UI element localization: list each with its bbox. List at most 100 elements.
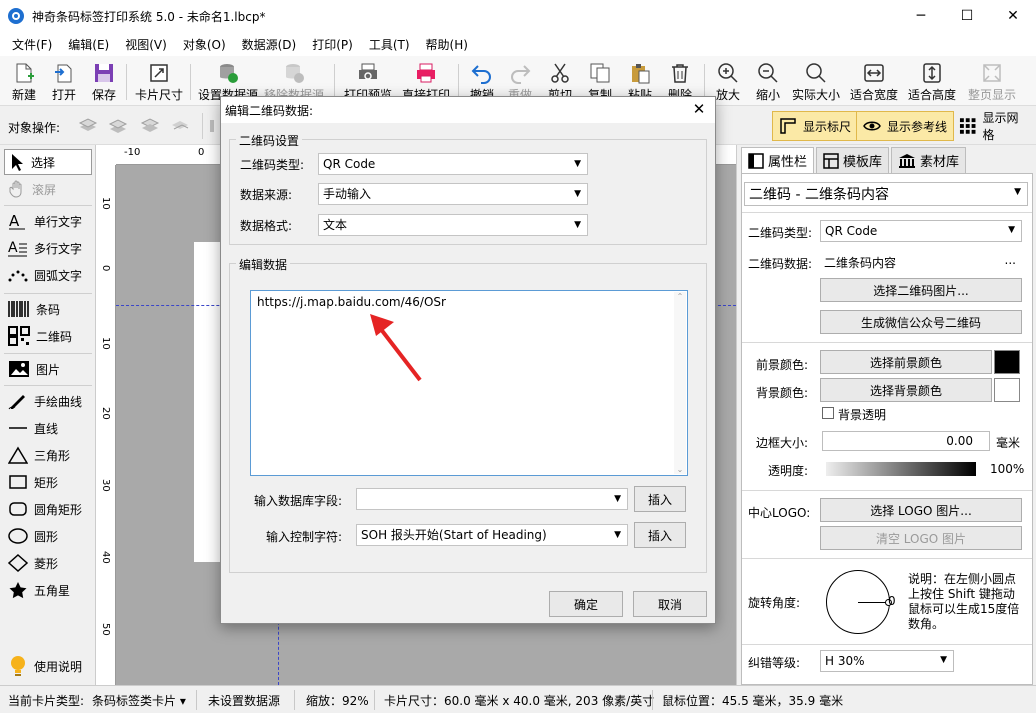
card-size-icon: [150, 64, 168, 82]
tool-scroll[interactable]: 滚屏: [4, 176, 92, 202]
fit-width-button[interactable]: 适合宽度: [848, 60, 900, 104]
background-color-swatch[interactable]: [994, 378, 1020, 402]
section-divider: [742, 644, 1032, 645]
data-source-dropdown[interactable]: 手动输入 ▼: [318, 183, 588, 205]
tool-qrcode[interactable]: 二维码: [4, 323, 92, 349]
maximize-button[interactable]: ☐: [944, 0, 990, 32]
tool-arc-text[interactable]: 圆弧文字: [4, 262, 92, 288]
tab-materials[interactable]: 素材库: [891, 147, 967, 173]
insert-control-char-button[interactable]: 插入: [634, 522, 686, 548]
textarea-scrollbar[interactable]: ⌃ ⌄: [674, 292, 686, 474]
send-to-back-icon[interactable]: [170, 117, 190, 135]
show-ruler-button[interactable]: 显示标尺: [772, 111, 859, 141]
copy-icon: [590, 63, 610, 83]
tool-single-text[interactable]: A 单行文字: [4, 208, 92, 234]
border-size-spinner[interactable]: 0.00: [822, 431, 990, 451]
select-qr-image-button[interactable]: 选择二维码图片...: [820, 278, 1022, 302]
tool-rect[interactable]: 矩形: [4, 469, 92, 495]
tool-freehand[interactable]: 手绘曲线: [4, 388, 92, 414]
generate-wechat-qr-button[interactable]: 生成微信公众号二维码: [820, 310, 1022, 334]
select-foreground-color-button[interactable]: 选择前景颜色: [820, 350, 992, 374]
tool-image[interactable]: 图片: [4, 356, 92, 382]
opacity-slider[interactable]: [826, 462, 976, 476]
svg-text:A: A: [8, 240, 18, 256]
zoom-out-button[interactable]: 缩小: [746, 60, 790, 104]
new-button[interactable]: 新建: [2, 60, 46, 104]
menu-edit[interactable]: 编辑(E): [60, 36, 117, 53]
diamond-icon: [8, 554, 28, 572]
edit-data-group: 编辑数据 https://j.map.baidu.com/46/OSr ⌃ ⌄ …: [229, 256, 707, 573]
arc-text-icon: [8, 270, 28, 282]
menu-file[interactable]: 文件(F): [4, 36, 60, 53]
tool-select[interactable]: 选择: [4, 149, 92, 175]
menu-view[interactable]: 视图(V): [117, 36, 175, 53]
toolbar-separator: [704, 64, 705, 100]
open-button[interactable]: 打开: [42, 60, 86, 104]
database-field-dropdown[interactable]: ▼: [356, 488, 628, 510]
tab-templates[interactable]: 模板库: [816, 147, 890, 173]
multiline-text-icon: A: [8, 240, 27, 257]
card-type-dropdown[interactable]: 条码标签类卡片 ▾: [92, 692, 186, 709]
menu-datasource[interactable]: 数据源(D): [234, 36, 305, 53]
control-char-dropdown[interactable]: SOH 报头开始(Start of Heading) ▼: [356, 524, 628, 546]
qr-data-field[interactable]: 二维条码内容 ...: [820, 251, 1022, 273]
properties-body: 二维码 - 二维条码内容 ▼ 二维码类型: QR Code ▼ 二维码数据: 二维条…: [741, 173, 1033, 685]
actual-size-button[interactable]: 实际大小: [790, 60, 842, 104]
tab-properties[interactable]: 属性栏: [741, 147, 815, 173]
error-correction-select[interactable]: H 30% ▼: [820, 650, 954, 672]
dialog-close-icon[interactable]: ✕: [689, 99, 709, 119]
show-grid-button[interactable]: 显示网格: [952, 111, 1036, 142]
tool-round-rect[interactable]: 圆角矩形: [4, 496, 92, 522]
toolbar-separator: [458, 64, 459, 100]
card-size-button[interactable]: 卡片尺寸: [134, 60, 184, 104]
show-guides-button[interactable]: 显示参考线: [856, 111, 955, 141]
save-button[interactable]: 保存: [82, 60, 126, 104]
close-button[interactable]: ✕: [990, 0, 1036, 32]
qr-type-dropdown[interactable]: QR Code ▼: [318, 153, 588, 175]
qr-type-select[interactable]: QR Code ▼: [820, 220, 1022, 242]
more-button[interactable]: ...: [1005, 253, 1016, 267]
qr-data-textarea[interactable]: https://j.map.baidu.com/46/OSr ⌃ ⌄: [250, 290, 688, 476]
tool-barcode[interactable]: 条码: [4, 296, 92, 322]
send-backward-icon[interactable]: [140, 117, 160, 135]
tool-circle[interactable]: 圆形: [4, 523, 92, 549]
tool-multi-text[interactable]: A 多行文字: [4, 235, 92, 261]
menu-bar: 文件(F) 编辑(E) 视图(V) 对象(O) 数据源(D) 打印(P) 工具(…: [0, 32, 1036, 56]
fit-height-button[interactable]: 适合高度: [906, 60, 958, 104]
properties-icon: [748, 152, 764, 169]
minimize-button[interactable]: ─: [898, 0, 944, 32]
clear-logo-button[interactable]: 清空 LOGO 图片: [820, 526, 1022, 550]
dialog-title: 编辑二维码数据:: [225, 104, 314, 118]
cancel-button[interactable]: 取消: [633, 591, 707, 617]
object-selector[interactable]: 二维码 - 二维条码内容 ▼: [744, 182, 1028, 206]
bring-to-front-icon[interactable]: [78, 117, 98, 135]
background-transparent-checkbox[interactable]: [822, 407, 834, 419]
lightbulb-icon: [11, 656, 25, 676]
fit-page-button[interactable]: 整页显示: [966, 60, 1018, 104]
ok-button[interactable]: 确定: [549, 591, 623, 617]
data-format-dropdown[interactable]: 文本 ▼: [318, 214, 588, 236]
scissors-icon: [551, 63, 569, 83]
menu-tools[interactable]: 工具(T): [361, 36, 418, 53]
tool-separator: [4, 385, 92, 386]
tool-manual[interactable]: 使用说明: [4, 653, 92, 679]
select-logo-button[interactable]: 选择 LOGO 图片...: [820, 498, 1022, 522]
tool-star[interactable]: 五角星: [4, 577, 92, 603]
menu-help[interactable]: 帮助(H): [418, 36, 476, 53]
bring-forward-icon[interactable]: [108, 117, 128, 135]
pen-icon: [8, 395, 25, 410]
tool-diamond[interactable]: 菱形: [4, 550, 92, 576]
qrcode-icon: [8, 326, 30, 346]
select-background-color-button[interactable]: 选择背景颜色: [820, 378, 992, 402]
insert-db-field-button[interactable]: 插入: [634, 486, 686, 512]
database-remove-icon: [286, 64, 304, 83]
vertical-ruler[interactable]: 10 0 10 20 30 40 50: [96, 165, 116, 685]
redo-icon: [511, 65, 531, 84]
tool-triangle[interactable]: 三角形: [4, 442, 92, 468]
ruler-corner: [96, 145, 116, 165]
tool-line[interactable]: 直线: [4, 415, 92, 441]
foreground-color-swatch[interactable]: [994, 350, 1020, 374]
menu-object[interactable]: 对象(O): [175, 36, 234, 53]
menu-print[interactable]: 打印(P): [304, 36, 361, 53]
rotation-dial[interactable]: [826, 570, 892, 634]
